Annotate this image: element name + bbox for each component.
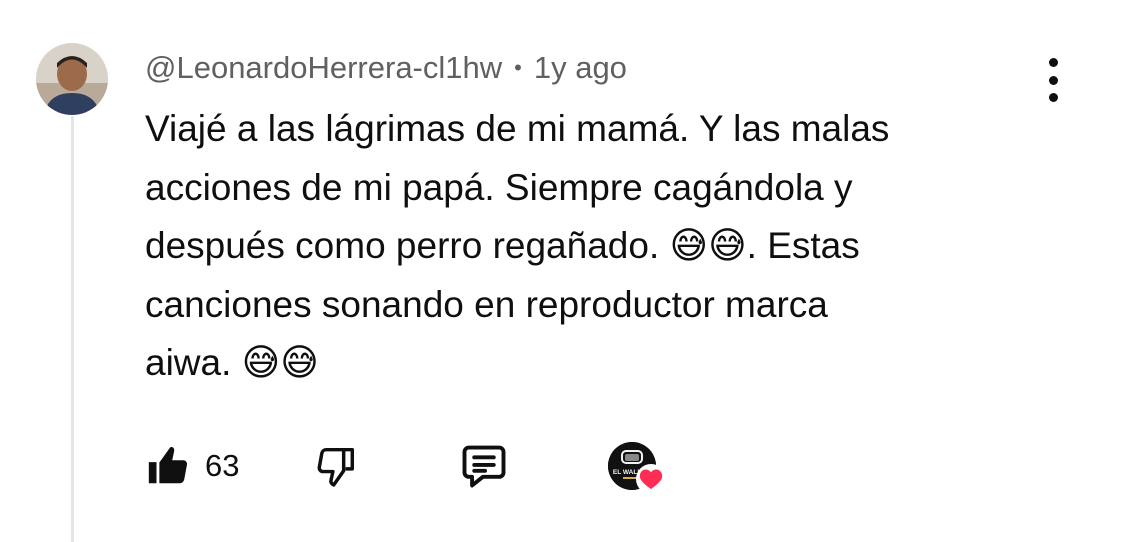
avatar-photo — [36, 43, 108, 115]
heart-icon-wrap — [636, 464, 666, 494]
more-dot-icon — [1048, 58, 1058, 67]
more-options-button[interactable] — [1036, 58, 1070, 102]
comment-action-bar: 63 EL WALKER — [145, 436, 675, 496]
more-dot-icon — [1048, 93, 1058, 102]
reply-button[interactable] — [458, 436, 510, 496]
creator-heart-badge: EL WALKER — [608, 436, 666, 496]
thumbs-up-icon — [148, 447, 188, 484]
like-count: 63 — [205, 448, 240, 483]
comment-header: @LeonardoHerrera-cl1hw • 1y ago — [145, 46, 627, 90]
meta-separator: • — [514, 55, 522, 80]
author-avatar[interactable] — [36, 43, 108, 115]
thumbs-down-icon — [317, 447, 355, 487]
comment-text: Viajé a las lágrimas de mi mamá. Y las m… — [145, 108, 890, 383]
comment-reply-icon — [462, 445, 506, 488]
like-button[interactable]: 63 — [145, 436, 239, 496]
reply-thread-line — [71, 116, 74, 542]
dislike-button[interactable] — [313, 436, 359, 496]
creator-avatar: EL WALKER — [608, 442, 666, 494]
more-dot-icon — [1048, 75, 1058, 85]
author-handle[interactable]: @LeonardoHerrera-cl1hw — [145, 50, 502, 86]
heart-icon — [639, 469, 663, 489]
comment-timestamp[interactable]: 1y ago — [534, 50, 627, 86]
